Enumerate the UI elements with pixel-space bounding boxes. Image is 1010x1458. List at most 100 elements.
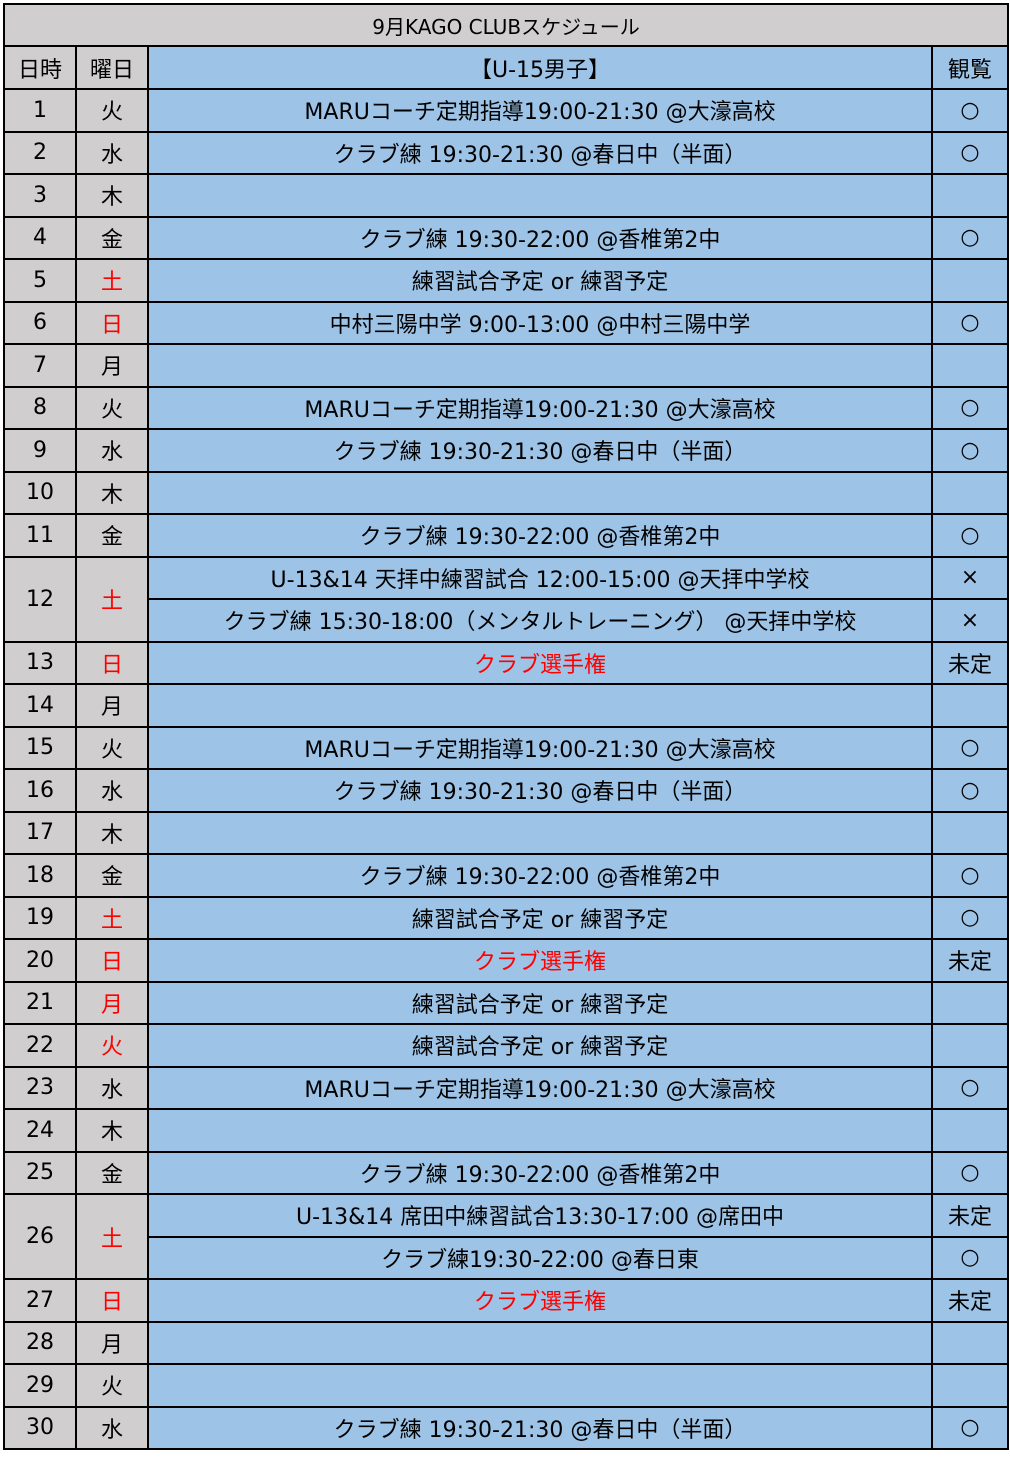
event-cell [147, 343, 933, 388]
day-cell: 13 [3, 640, 77, 685]
weekday-cell: 木 [75, 1108, 149, 1153]
schedule-row: 3木 [3, 173, 1009, 218]
view-cell: ○ [931, 88, 1009, 133]
schedule-row: 6 日中村三陽中学 9:00-13:00 @中村三陽中学 ○ [3, 300, 1009, 345]
view-cell: ○ [931, 768, 1009, 813]
schedule-row: 18 金クラブ練 19:30-22:00 @香椎第2中 ○ [3, 853, 1009, 898]
weekday-cell: 水 [75, 428, 149, 473]
schedule-row: 28 月 [3, 1320, 1009, 1365]
event-cell [147, 810, 933, 855]
day-cell: 11 [3, 513, 77, 558]
day-cell: 6 [3, 300, 77, 345]
view-cell [931, 470, 1009, 515]
view-cell [931, 173, 1009, 218]
schedule-row: 22 火練習試合予定 or 練習予定 [3, 1023, 1009, 1068]
weekday-cell: 月 [75, 343, 149, 388]
event-cell: クラブ練 19:30-21:30 @春日中（半面） [147, 1405, 933, 1450]
day-cell: 26 [3, 1193, 77, 1280]
view-cell: ○ [931, 853, 1009, 898]
day-cell: 28 [3, 1320, 77, 1365]
day-cell: 22 [3, 1023, 77, 1068]
view-cell: ○ [931, 300, 1009, 345]
weekday-cell: 土 [75, 1193, 149, 1280]
event-cell [147, 1363, 933, 1408]
event-cell: 練習試合予定 or 練習予定 [147, 1023, 933, 1068]
schedule-row: 25 金クラブ練 19:30-22:00 @香椎第2中 ○ [3, 1150, 1009, 1195]
view-cell: ○ [931, 215, 1009, 260]
day-cell: 3 [3, 173, 77, 218]
header-view: 観覧 [931, 45, 1009, 90]
day-cell: 19 [3, 895, 77, 940]
view-cell [931, 258, 1009, 303]
day-cell: 17 [3, 810, 77, 855]
view-cell: ○ [931, 1150, 1009, 1195]
day-cell: 18 [3, 853, 77, 898]
day-cell: 20 [3, 938, 77, 983]
schedule-row: 21 月練習試合予定 or 練習予定 [3, 980, 1009, 1025]
schedule-row: 17 木 [3, 810, 1009, 855]
view-cell: ○ [931, 895, 1009, 940]
event-cell: クラブ選手権 [147, 640, 933, 685]
schedule-body: 9月KAGO CLUBスケジュール 日時 曜日 【U-15男子】 観覧 1 火 MA… [3, 3, 1009, 1450]
schedule-row: 1 火 MARUコーチ定期指導19:00-21:30 @大濠高校 ○ [3, 88, 1009, 133]
view-cell [931, 810, 1009, 855]
weekday-cell: 日 [75, 300, 149, 345]
schedule-row: 10 木 [3, 470, 1009, 515]
event-cell: クラブ選手権 [147, 1278, 933, 1323]
event-cell: クラブ練 19:30-22:00 @香椎第2中 [147, 513, 933, 558]
view-cell: ○ [931, 130, 1009, 175]
weekday-cell: 金 [75, 513, 149, 558]
weekday-cell: 木 [75, 810, 149, 855]
view-cell: 未定 [931, 938, 1009, 983]
view-cell [931, 683, 1009, 728]
view-cell: ○ [931, 385, 1009, 430]
event-cell [147, 1108, 933, 1153]
schedule-row: 14 月 [3, 683, 1009, 728]
weekday-cell: 水 [75, 130, 149, 175]
schedule-row: 16 水クラブ練 19:30-21:30 @春日中（半面） ○ [3, 768, 1009, 813]
view-cell: ○ [931, 1065, 1009, 1110]
weekday-cell: 火 [75, 385, 149, 430]
schedule-row: 11 金クラブ練 19:30-22:00 @香椎第2中 ○ [3, 513, 1009, 558]
view-cell [931, 343, 1009, 388]
weekday-cell: 木 [75, 173, 149, 218]
event-cell: クラブ選手権 [147, 938, 933, 983]
header-team: 【U-15男子】 [147, 45, 933, 90]
event-cell: クラブ練 19:30-21:30 @春日中（半面） [147, 768, 933, 813]
header-weekday: 曜日 [75, 45, 149, 90]
weekday-cell: 火 [75, 88, 149, 133]
schedule-row: クラブ練19:30-22:00 @春日東 ○ [4, 1235, 1009, 1280]
day-cell: 21 [3, 980, 77, 1025]
schedule-table: 9月KAGO CLUBスケジュール 日時 曜日 【U-15男子】 観覧 1 火 MA… [3, 3, 1009, 1450]
event-cell: 練習試合予定 or 練習予定 [147, 980, 933, 1025]
day-cell: 15 [3, 725, 77, 770]
schedule-row: 9 水クラブ練 19:30-21:30 @春日中（半面） ○ [3, 428, 1009, 473]
event-cell: クラブ練19:30-22:00 @春日東 [147, 1235, 933, 1280]
weekday-cell: 金 [75, 853, 149, 898]
view-cell [931, 980, 1009, 1025]
weekday-cell: 水 [75, 1405, 149, 1450]
view-cell: ○ [931, 725, 1009, 770]
weekday-cell: 水 [75, 768, 149, 813]
weekday-cell: 金 [75, 215, 149, 260]
event-cell: U-13&14 天拝中練習試合 12:00-15:00 @天拝中学校 [147, 555, 933, 600]
day-cell: 4 [3, 215, 77, 260]
day-cell: 25 [3, 1150, 77, 1195]
view-cell: ○ [931, 1405, 1009, 1450]
day-cell: 2 [3, 130, 77, 175]
view-cell: 未定 [931, 1278, 1009, 1323]
weekday-cell: 火 [75, 725, 149, 770]
day-cell: 30 [3, 1405, 77, 1450]
schedule-row: 13 日クラブ選手権 未定 [3, 640, 1009, 685]
view-cell: ○ [931, 1235, 1009, 1280]
event-cell: クラブ練 19:30-22:00 @香椎第2中 [147, 853, 933, 898]
schedule-row: 4 金クラブ練 19:30-22:00 @香椎第2中 ○ [3, 215, 1009, 260]
weekday-cell: 金 [75, 1150, 149, 1195]
schedule-row: 2 水クラブ練 19:30-21:30 @春日中（半面） ○ [3, 130, 1009, 175]
day-cell: 9 [3, 428, 77, 473]
view-cell: 未定 [931, 1193, 1009, 1238]
schedule-row: 8 火 MARUコーチ定期指導19:00-21:30 @大濠高校 ○ [3, 385, 1009, 430]
schedule-row: 27 日クラブ選手権 未定 [3, 1278, 1009, 1323]
day-cell: 7 [3, 343, 77, 388]
schedule-row: 7月 [3, 343, 1009, 388]
